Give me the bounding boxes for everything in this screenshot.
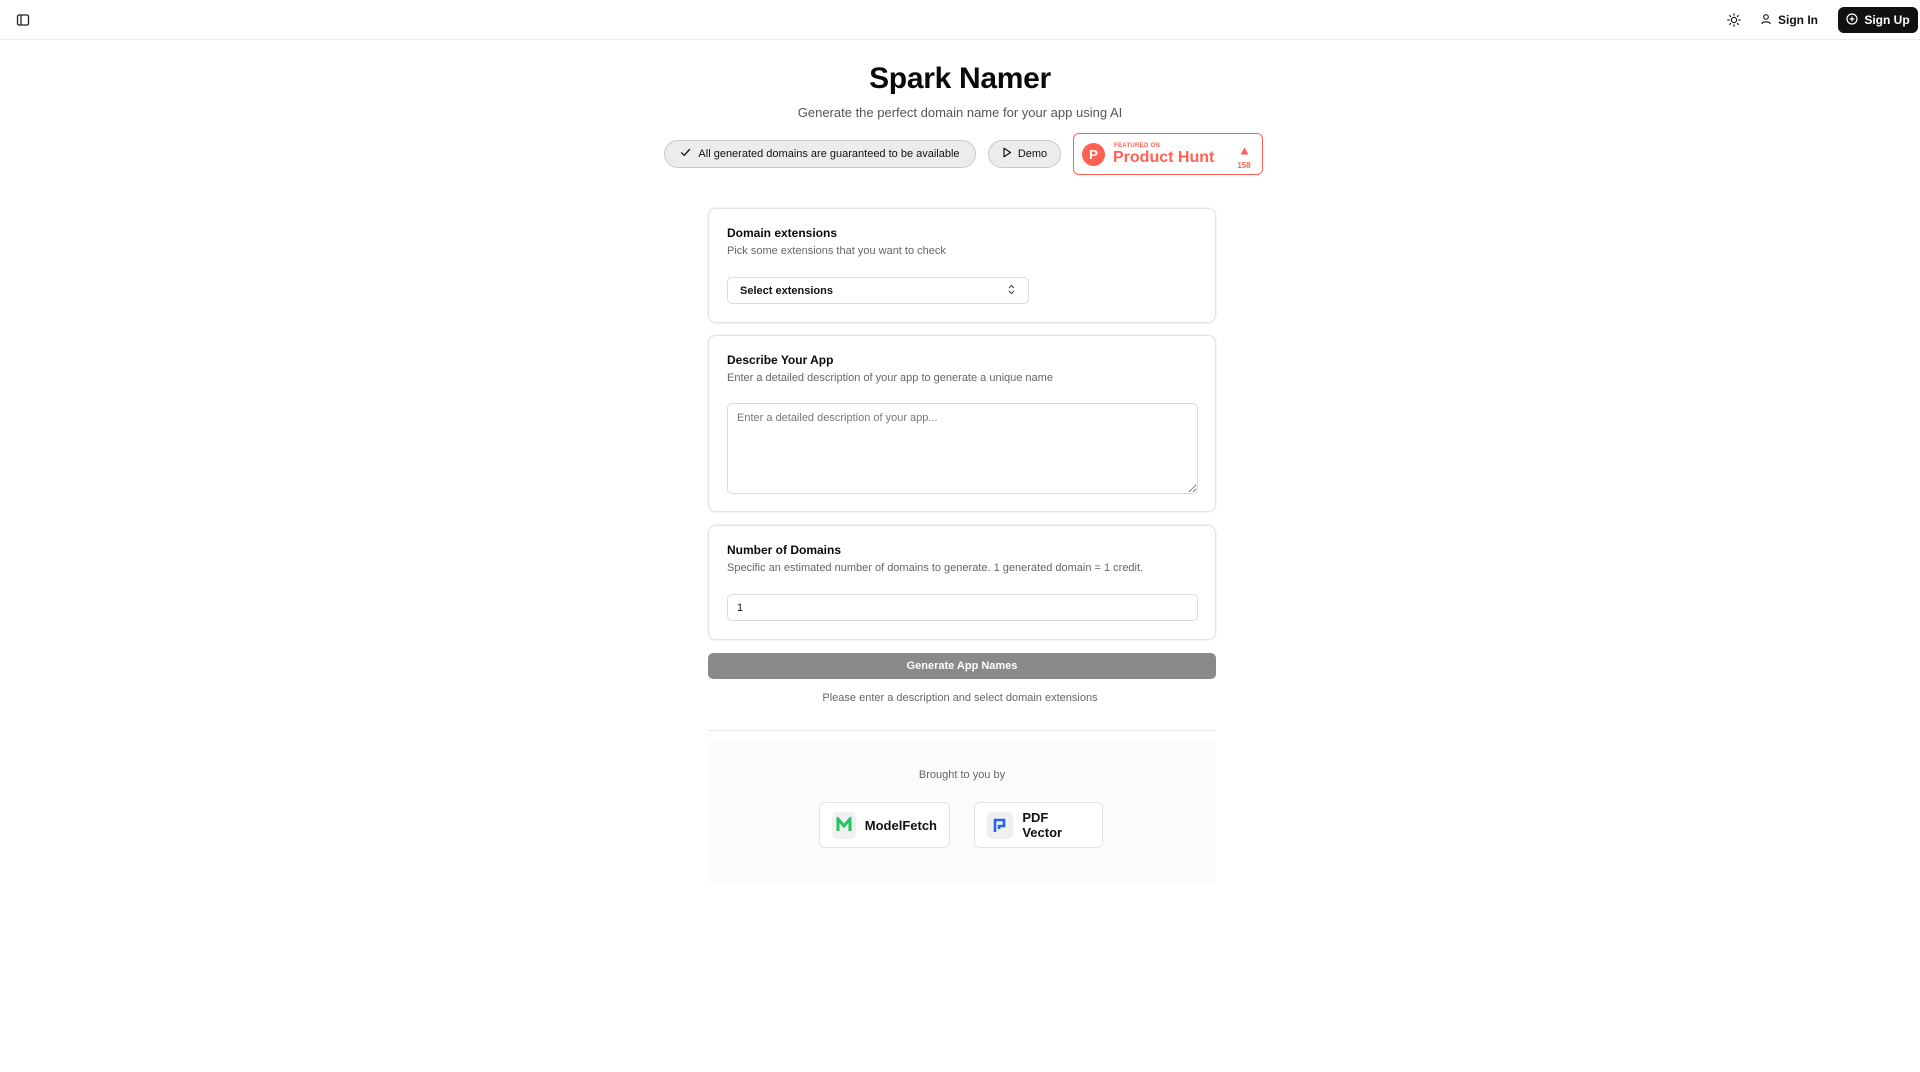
divider bbox=[708, 730, 1216, 731]
plus-circle-icon bbox=[1846, 12, 1858, 28]
generate-button[interactable]: Generate App Names bbox=[708, 653, 1216, 679]
sign-in-button[interactable]: Sign In bbox=[1760, 9, 1818, 31]
sponsors-heading: Brought to you by bbox=[918, 769, 1006, 781]
card-description: Specific an estimated number of domains … bbox=[727, 562, 1144, 574]
page-subtitle: Generate the perfect domain name for you… bbox=[797, 105, 1123, 120]
demo-label: Demo bbox=[1017, 148, 1048, 160]
sun-icon[interactable] bbox=[1724, 10, 1744, 30]
page-title: Spark Namer bbox=[869, 62, 1051, 95]
sponsor-name: ModelFetch bbox=[864, 817, 937, 833]
check-icon bbox=[680, 147, 691, 161]
sign-up-button[interactable]: Sign Up bbox=[1838, 7, 1918, 33]
extensions-select[interactable]: Select extensions bbox=[727, 277, 1029, 304]
sponsor-modelfetch[interactable]: ModelFetch bbox=[819, 802, 950, 848]
domain-count-input[interactable] bbox=[727, 594, 1198, 621]
app-description-input[interactable] bbox=[727, 403, 1198, 494]
card-title: Number of Domains bbox=[727, 543, 842, 557]
number-of-domains-card: Number of Domains Specific an estimated … bbox=[708, 525, 1216, 640]
domain-extensions-card: Domain extensions Pick some extensions t… bbox=[708, 208, 1216, 323]
chevrons-up-down-icon bbox=[1007, 284, 1016, 298]
product-hunt-logo-icon: P bbox=[1082, 143, 1105, 166]
card-description: Pick some extensions that you want to ch… bbox=[727, 245, 946, 257]
card-title: Describe Your App bbox=[727, 353, 834, 367]
modelfetch-logo-icon bbox=[832, 811, 856, 839]
top-bar: Sign In Sign Up bbox=[0, 0, 1920, 40]
product-hunt-name: Product Hunt bbox=[1113, 149, 1215, 166]
pdfvector-logo-icon bbox=[987, 811, 1014, 839]
card-title: Domain extensions bbox=[727, 226, 838, 240]
triangle-up-icon bbox=[1240, 142, 1249, 160]
form-hint: Please enter a description and select do… bbox=[822, 692, 1098, 704]
describe-app-card: Describe Your App Enter a detailed descr… bbox=[708, 335, 1216, 512]
play-icon bbox=[1002, 147, 1012, 161]
product-hunt-badge[interactable]: P FEATURED ON Product Hunt 158 bbox=[1073, 133, 1263, 175]
extensions-select-label: Select extensions bbox=[740, 284, 833, 297]
upvote-number: 158 bbox=[1237, 161, 1251, 170]
user-icon bbox=[1760, 13, 1772, 28]
sign-in-label: Sign In bbox=[1778, 13, 1818, 27]
sign-up-label: Sign Up bbox=[1864, 13, 1910, 27]
sponsor-name: PDF Vector bbox=[1022, 810, 1063, 840]
sponsors-section: Brought to you by ModelFetch PDF Vector bbox=[708, 740, 1216, 882]
upvote-count: 158 bbox=[1234, 142, 1254, 170]
sponsor-pdf-vector[interactable]: PDF Vector bbox=[974, 802, 1103, 848]
panel-left-icon[interactable] bbox=[14, 11, 32, 29]
demo-button[interactable]: Demo bbox=[988, 140, 1061, 168]
availability-label: All generated domains are guaranteed to … bbox=[698, 148, 960, 160]
card-description: Enter a detailed description of your app… bbox=[727, 372, 1053, 384]
availability-badge[interactable]: All generated domains are guaranteed to … bbox=[664, 140, 976, 168]
